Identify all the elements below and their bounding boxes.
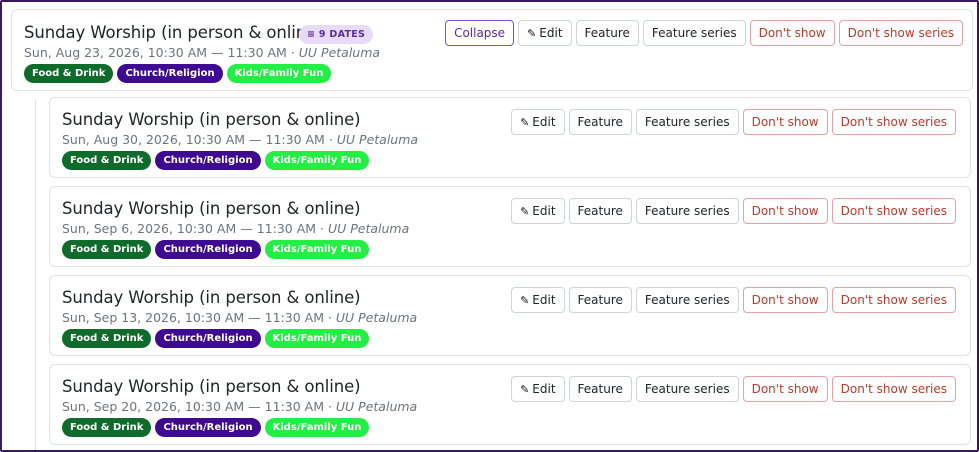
dont-show-button[interactable]: Don't show <box>742 198 828 224</box>
edit-button[interactable]: ✎ Edit <box>518 20 572 46</box>
feature-button[interactable]: Feature <box>568 376 632 402</box>
event-venue: UU Petaluma <box>335 399 418 414</box>
pencil-icon: ✎ <box>520 205 530 218</box>
collapse-button[interactable]: Collapse <box>445 20 515 46</box>
event-venue: UU Petaluma <box>336 132 419 147</box>
event-meta: Sun, Sep 20, 2026, 10:30 AM — 11:30 AM ·… <box>62 399 417 414</box>
event-title: Sunday Worship (in person & online) <box>62 199 361 218</box>
edit-button[interactable]: ✎ Edit <box>511 198 565 224</box>
feature-button[interactable]: Feature <box>568 198 632 224</box>
tag-food-drink: Food & Drink <box>62 329 152 348</box>
edit-button[interactable]: ✎ Edit <box>511 287 565 313</box>
tag-kids-family: Kids/Family Fun <box>264 329 370 348</box>
tag-church-religion: Church/Religion <box>155 329 261 348</box>
event-actions: ✎ Edit Feature Feature series Don't show … <box>511 287 956 313</box>
meta-separator: · <box>323 399 336 414</box>
tag-kids-family: Kids/Family Fun <box>264 151 370 170</box>
event-occurrence-card: Sunday Worship (in person & online) Sun,… <box>49 186 971 267</box>
edit-label: Edit <box>532 204 556 218</box>
tag-list: Food & Drink Church/Religion Kids/Family… <box>62 329 370 348</box>
app-frame: Sunday Worship (in person & online) ≡ 9 … <box>0 0 979 452</box>
dont-show-series-button[interactable]: Don't show series <box>831 109 956 135</box>
feature-series-button[interactable]: Feature series <box>635 287 739 313</box>
feature-button[interactable]: Feature <box>568 109 632 135</box>
event-venue: UU Petaluma <box>327 221 410 236</box>
tag-church-religion: Church/Religion <box>155 151 261 170</box>
event-datetime: Sun, Sep 13, 2026, 10:30 AM — 11:30 AM <box>62 310 324 325</box>
event-title: Sunday Worship (in person & online) <box>62 288 361 307</box>
feature-button[interactable]: Feature <box>568 287 632 313</box>
edit-label: Edit <box>539 26 563 40</box>
dates-count-badge: ≡ 9 DATES <box>299 25 374 44</box>
event-meta: Sun, Sep 6, 2026, 10:30 AM — 11:30 AM · … <box>62 221 409 236</box>
tag-list: Food & Drink Church/Religion Kids/Family… <box>24 64 332 83</box>
event-datetime: Sun, Aug 23, 2026, 10:30 AM — 11:30 AM <box>24 45 287 60</box>
dont-show-button[interactable]: Don't show <box>749 20 835 46</box>
tag-food-drink: Food & Drink <box>62 240 152 259</box>
event-title: Sunday Worship (in person & online) <box>24 23 323 42</box>
tag-kids-family: Kids/Family Fun <box>264 240 370 259</box>
meta-separator: · <box>323 310 336 325</box>
event-venue: UU Petaluma <box>335 310 418 325</box>
tag-list: Food & Drink Church/Religion Kids/Family… <box>62 151 370 170</box>
dont-show-series-button[interactable]: Don't show series <box>831 376 956 402</box>
event-venue: UU Petaluma <box>298 45 381 60</box>
pencil-icon: ✎ <box>520 294 530 307</box>
edit-button[interactable]: ✎ Edit <box>511 376 565 402</box>
tag-church-religion: Church/Religion <box>117 64 223 83</box>
tag-list: Food & Drink Church/Religion Kids/Family… <box>62 418 370 437</box>
event-meta: Sun, Aug 30, 2026, 10:30 AM — 11:30 AM ·… <box>62 132 418 147</box>
event-title: Sunday Worship (in person & online) <box>62 110 361 129</box>
meta-separator: · <box>316 221 328 236</box>
tag-kids-family: Kids/Family Fun <box>226 64 332 83</box>
edit-label: Edit <box>532 382 556 396</box>
pencil-icon: ✎ <box>527 27 537 40</box>
edit-label: Edit <box>532 293 556 307</box>
feature-series-button[interactable]: Feature series <box>635 198 739 224</box>
pencil-icon: ✎ <box>520 383 530 396</box>
dont-show-button[interactable]: Don't show <box>742 287 828 313</box>
event-meta: Sun, Sep 13, 2026, 10:30 AM — 11:30 AM ·… <box>62 310 417 325</box>
tag-food-drink: Food & Drink <box>62 418 152 437</box>
dont-show-series-button[interactable]: Don't show series <box>831 287 956 313</box>
meta-separator: · <box>324 132 337 147</box>
event-occurrence-card: Sunday Worship (in person & online) Sun,… <box>49 275 971 356</box>
dont-show-series-button[interactable]: Don't show series <box>838 20 963 46</box>
meta-separator: · <box>286 45 299 60</box>
tag-food-drink: Food & Drink <box>62 151 152 170</box>
tag-church-religion: Church/Religion <box>155 240 261 259</box>
tag-food-drink: Food & Drink <box>24 64 114 83</box>
event-series-card: Sunday Worship (in person & online) ≡ 9 … <box>11 9 973 91</box>
edit-label: Edit <box>532 115 556 129</box>
event-title: Sunday Worship (in person & online) <box>62 377 361 396</box>
event-actions: ✎ Edit Feature Feature series Don't show … <box>511 376 956 402</box>
edit-button[interactable]: ✎ Edit <box>511 109 565 135</box>
tag-kids-family: Kids/Family Fun <box>264 418 370 437</box>
tag-church-religion: Church/Religion <box>155 418 261 437</box>
feature-series-button[interactable]: Feature series <box>642 20 746 46</box>
event-actions: ✎ Edit Feature Feature series Don't show … <box>511 109 956 135</box>
dont-show-button[interactable]: Don't show <box>742 109 828 135</box>
event-datetime: Sun, Sep 6, 2026, 10:30 AM — 11:30 AM <box>62 221 317 236</box>
event-meta: Sun, Aug 23, 2026, 10:30 AM — 11:30 AM ·… <box>24 45 380 60</box>
dont-show-button[interactable]: Don't show <box>742 376 828 402</box>
event-datetime: Sun, Sep 20, 2026, 10:30 AM — 11:30 AM <box>62 399 324 414</box>
tag-list: Food & Drink Church/Religion Kids/Family… <box>62 240 370 259</box>
event-occurrence-card: Sunday Worship (in person & online) Sun,… <box>49 364 971 445</box>
pencil-icon: ✎ <box>520 116 530 129</box>
dont-show-series-button[interactable]: Don't show series <box>831 198 956 224</box>
series-thread-line <box>35 99 36 450</box>
event-actions: Collapse ✎ Edit Feature Feature series Do… <box>445 20 963 46</box>
feature-series-button[interactable]: Feature series <box>635 109 739 135</box>
event-actions: ✎ Edit Feature Feature series Don't show … <box>511 198 956 224</box>
event-occurrence-card: Sunday Worship (in person & online) Sun,… <box>49 97 971 178</box>
event-datetime: Sun, Aug 30, 2026, 10:30 AM — 11:30 AM <box>62 132 325 147</box>
feature-button[interactable]: Feature <box>575 20 639 46</box>
feature-series-button[interactable]: Feature series <box>635 376 739 402</box>
